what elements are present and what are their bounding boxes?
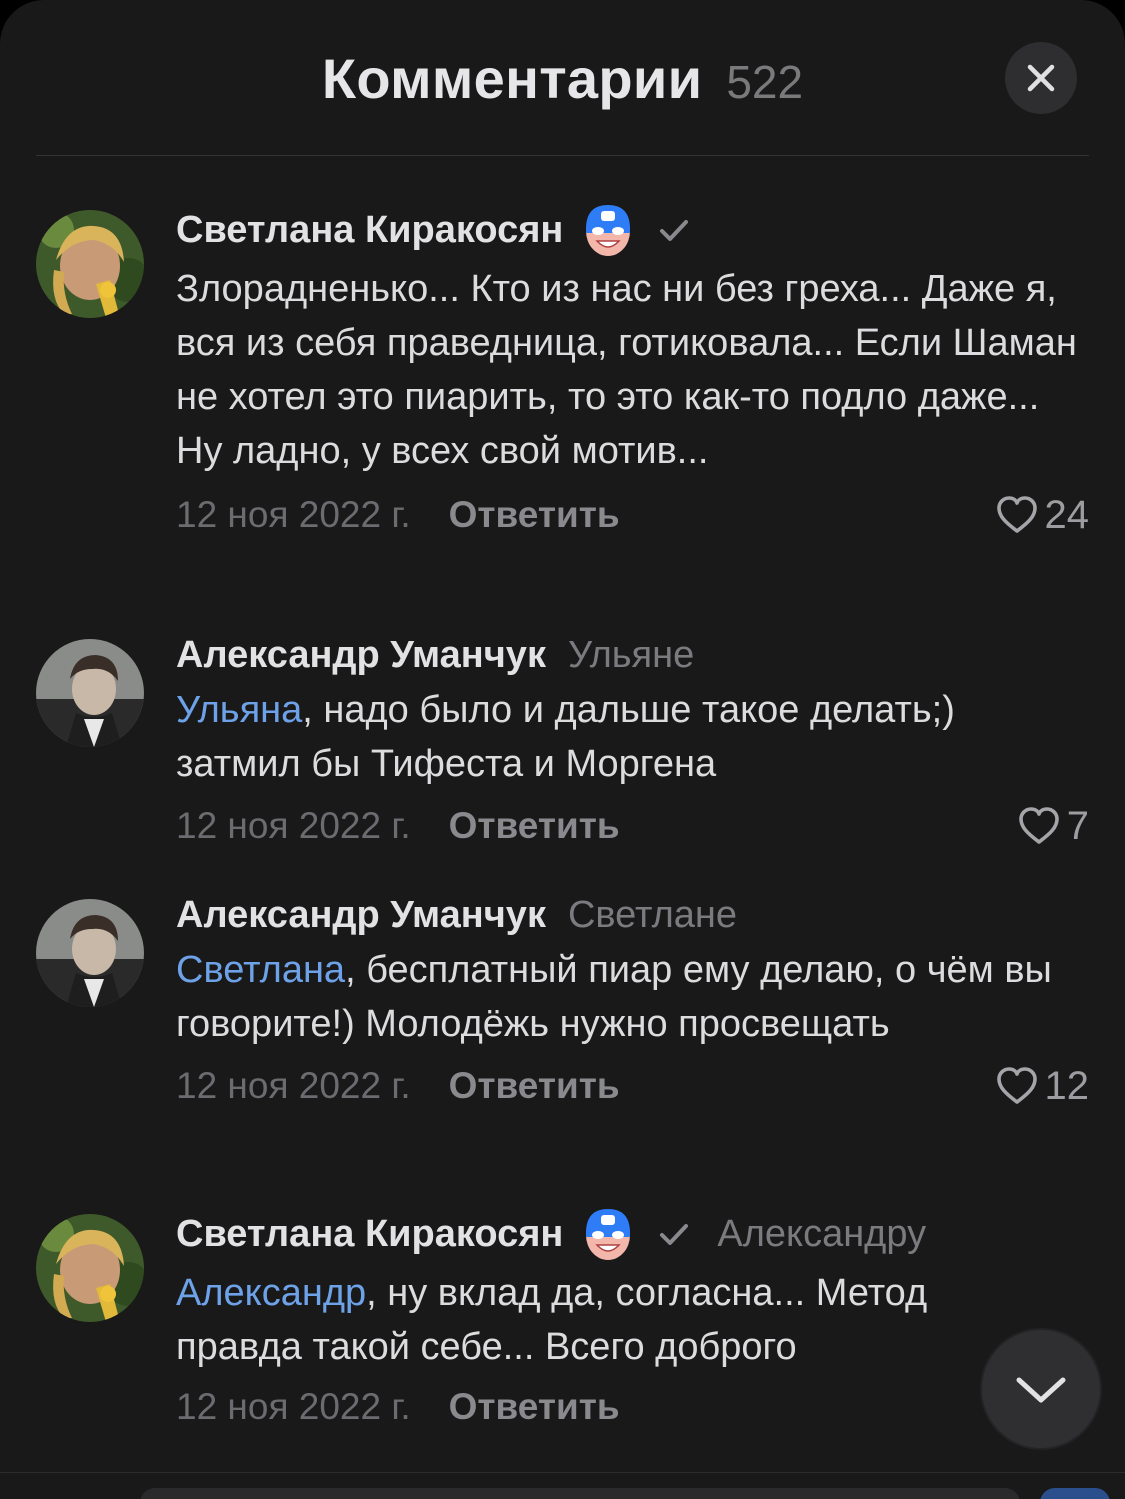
close-icon <box>1027 64 1055 92</box>
comment-body: Александр Уманчук Ульяне Ульяна, надо бы… <box>176 625 1089 857</box>
author-name[interactable]: Светлана Киракосян <box>176 1213 563 1256</box>
chevron-down-icon <box>1016 1377 1066 1403</box>
page-title: Комментарии <box>321 47 703 110</box>
avatar[interactable] <box>36 210 144 318</box>
avatar[interactable] <box>36 639 144 747</box>
like-button[interactable]: 12 <box>995 1055 1090 1117</box>
reply-button[interactable]: Ответить <box>449 1065 620 1107</box>
comment-text: Злорадненько... Кто из нас ни без греха.… <box>176 262 1089 478</box>
author-line: Александр Уманчук Ульяне <box>176 625 1089 685</box>
mention-link[interactable]: Александр <box>176 1272 366 1314</box>
comment-meta: 12 ноя 2022 г. Ответить 12 <box>176 1055 1089 1117</box>
header-title-group: Комментарии 522 <box>0 46 1125 111</box>
reply-to-label: Ульяне <box>567 633 695 676</box>
comment-text: Светлана, бесплатный пиар ему делаю, о ч… <box>176 943 1089 1051</box>
superhero-mask-icon <box>586 205 631 256</box>
reply-to-label: Светлане <box>567 893 738 936</box>
comment-meta: 12 ноя 2022 г. Ответить 7 <box>176 795 1089 857</box>
reply-to-label: Александру <box>717 1212 927 1255</box>
comment-text-content: Злорадненько... Кто из нас ни без греха.… <box>176 268 1077 472</box>
sheet-header: Комментарии 522 <box>0 0 1125 156</box>
like-count: 12 <box>1044 1063 1090 1108</box>
mention-link[interactable]: Ульяна <box>176 689 302 731</box>
comment-meta: 12 ноя 2022 г. Ответить <box>176 1376 1089 1438</box>
comment-text: Александр, ну вклад да, согласна... Мето… <box>176 1266 1089 1374</box>
comment-input[interactable] <box>140 1488 1020 1499</box>
comment-body: Александр Уманчук Светлане Светлана, бес… <box>176 885 1089 1117</box>
checkmark-icon <box>660 220 689 241</box>
heart-outline-icon <box>996 496 1037 533</box>
comments-sheet: Комментарии 522 Светлана Киракосян Злора… <box>0 0 1125 1499</box>
comment-date: 12 ноя 2022 г. <box>176 1065 411 1106</box>
heart-outline-icon <box>996 1067 1037 1104</box>
header-divider <box>36 155 1089 156</box>
like-count: 7 <box>1066 803 1089 848</box>
author-line: Светлана Киракосян <box>176 200 1089 260</box>
superhero-mask-icon <box>586 1209 631 1260</box>
composer-divider <box>0 1472 1125 1473</box>
author-line: Светлана Киракосян Александру <box>176 1204 1089 1264</box>
reply-button[interactable]: Ответить <box>449 805 620 847</box>
comment-date: 12 ноя 2022 г. <box>176 494 411 535</box>
avatar[interactable] <box>36 899 144 1007</box>
reply-button[interactable]: Ответить <box>449 494 620 536</box>
like-button[interactable]: 24 <box>995 484 1090 546</box>
author-line: Александр Уманчук Светлане <box>176 885 1089 945</box>
comment-meta: 12 ноя 2022 г. Ответить 24 <box>176 484 1089 546</box>
reply-button[interactable]: Ответить <box>449 1386 620 1428</box>
close-button[interactable] <box>1005 42 1077 114</box>
heart-outline-icon <box>1018 807 1059 844</box>
like-count: 24 <box>1044 492 1090 537</box>
author-name[interactable]: Александр Уманчук <box>176 634 546 677</box>
comments-count: 522 <box>726 56 804 108</box>
comment-body: Светлана Киракосян Злорадненько... Кто и… <box>176 200 1089 546</box>
scroll-down-button[interactable] <box>982 1330 1100 1448</box>
comment-text: Ульяна, надо было и дальше такое делать;… <box>176 683 1089 791</box>
avatar[interactable] <box>36 1214 144 1322</box>
mention-link[interactable]: Светлана <box>176 949 345 991</box>
author-name[interactable]: Светлана Киракосян <box>176 209 563 252</box>
send-button[interactable] <box>1040 1488 1110 1499</box>
author-name[interactable]: Александр Уманчук <box>176 894 546 937</box>
comment-date: 12 ноя 2022 г. <box>176 1386 411 1427</box>
checkmark-icon <box>660 1224 689 1245</box>
like-button[interactable]: 7 <box>1017 795 1089 857</box>
comment-date: 12 ноя 2022 г. <box>176 805 411 846</box>
comment-body: Светлана Киракосян Александру Александр,… <box>176 1204 1089 1438</box>
